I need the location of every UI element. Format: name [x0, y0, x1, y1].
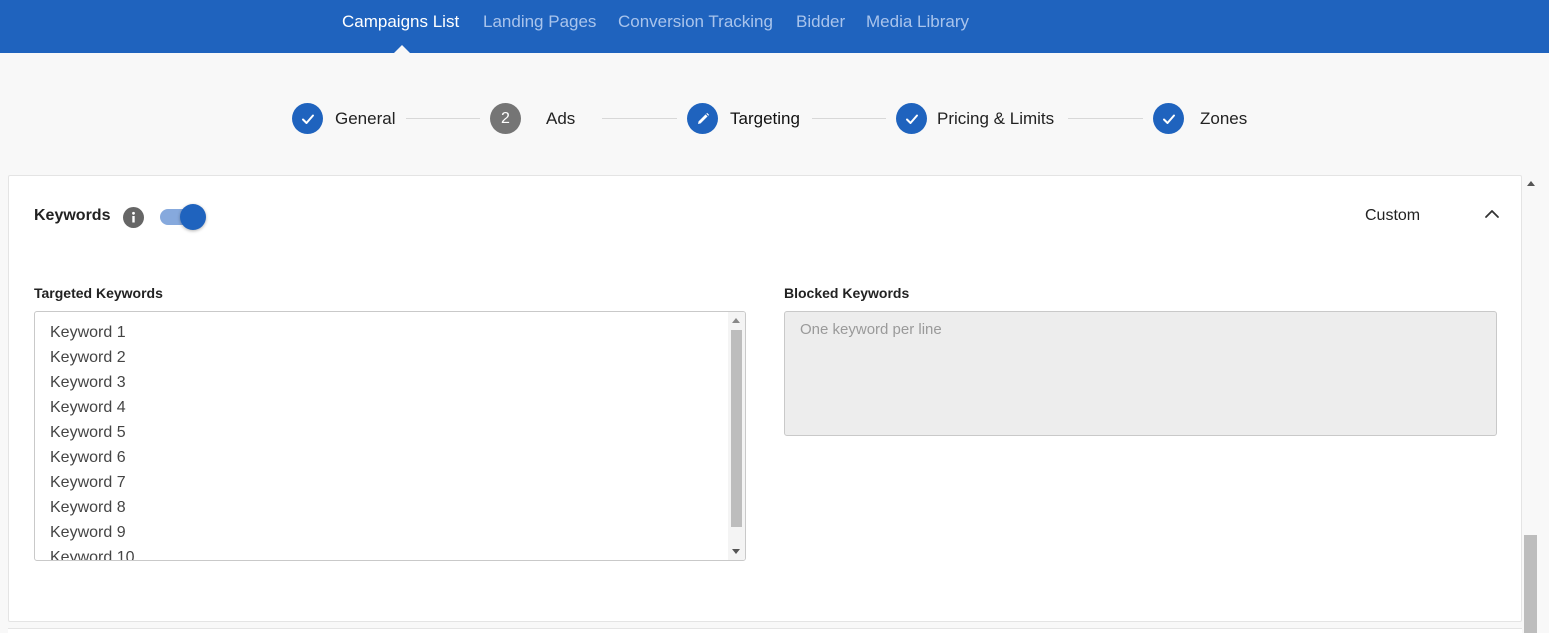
keyword-line: Keyword 2 — [50, 349, 126, 366]
step-label: Ads — [546, 108, 576, 128]
step-connector — [1068, 118, 1143, 119]
active-nav-caret — [394, 45, 410, 53]
pencil-icon — [687, 103, 718, 134]
check-icon — [292, 103, 323, 134]
step-targeting[interactable]: Targeting — [687, 103, 800, 134]
panel-title: Keywords — [34, 207, 111, 224]
next-panel-edge — [8, 628, 1522, 633]
blocked-keywords-textarea[interactable]: One keyword per line — [784, 311, 1497, 436]
step-label: General — [335, 108, 396, 128]
step-number: 2 — [501, 109, 510, 127]
step-connector — [602, 118, 677, 119]
keyword-line: Keyword 7 — [50, 474, 126, 491]
check-icon — [896, 103, 927, 134]
blocked-keywords-label: Blocked Keywords — [784, 285, 910, 301]
step-label: Targeting — [730, 108, 800, 128]
keywords-panel: Keywords Custom Targeted Keywords Keywor… — [8, 175, 1522, 622]
info-icon[interactable] — [123, 207, 144, 228]
keyword-line: Keyword 8 — [50, 499, 126, 516]
toggle-knob — [180, 204, 206, 230]
keyword-line: Keyword 9 — [50, 524, 126, 541]
step-ads[interactable]: 2 Ads — [490, 103, 575, 134]
targeting-mode-label[interactable]: Custom — [1365, 207, 1420, 225]
step-label: Zones — [1200, 108, 1248, 128]
step-connector — [812, 118, 886, 119]
keyword-line: Keyword 3 — [50, 374, 126, 391]
top-navigation-bar: Campaigns List Landing Pages Conversion … — [0, 0, 1549, 53]
nav-media-library[interactable]: Media Library — [866, 13, 969, 31]
scrollbar-thumb[interactable] — [1524, 535, 1537, 633]
keyword-line: Keyword 4 — [50, 399, 126, 416]
step-connector — [406, 118, 480, 119]
nav-conversion-tracking[interactable]: Conversion Tracking — [618, 13, 773, 31]
step-label: Pricing & Limits — [937, 108, 1055, 128]
scroll-down-arrow-icon[interactable] — [732, 549, 740, 554]
keyword-line: Keyword 1 — [50, 324, 126, 341]
scroll-up-arrow-icon[interactable] — [732, 318, 740, 323]
keyword-line: Keyword 6 — [50, 449, 126, 466]
page-scrollbar[interactable] — [1522, 175, 1539, 633]
targeted-keywords-label: Targeted Keywords — [34, 285, 163, 301]
keywords-toggle[interactable] — [160, 204, 208, 230]
nav-bidder[interactable]: Bidder — [796, 13, 845, 31]
nav-landing-pages[interactable]: Landing Pages — [483, 13, 596, 31]
check-icon — [1153, 103, 1184, 134]
step-general[interactable]: General — [292, 103, 395, 134]
campaign-stepper: General 2 Ads Targeting Pricing & Limits… — [0, 53, 1549, 175]
chevron-up-icon[interactable] — [1482, 204, 1502, 224]
textarea-scrollbar[interactable] — [728, 312, 745, 560]
step-pricing-limits[interactable]: Pricing & Limits — [896, 103, 1054, 134]
keyword-line: Keyword 5 — [50, 424, 126, 441]
step-number-badge: 2 — [490, 103, 521, 134]
scrollbar-thumb[interactable] — [731, 330, 742, 527]
step-zones[interactable]: Zones — [1153, 103, 1247, 134]
scroll-up-arrow-icon[interactable] — [1527, 181, 1535, 186]
targeted-keywords-list: Keyword 1 Keyword 2 Keyword 3 Keyword 4 … — [50, 320, 135, 561]
keyword-line: Keyword 10 — [50, 549, 135, 561]
blocked-keywords-placeholder: One keyword per line — [800, 321, 942, 338]
targeted-keywords-textarea[interactable]: Keyword 1 Keyword 2 Keyword 3 Keyword 4 … — [34, 311, 746, 561]
nav-campaigns-list[interactable]: Campaigns List — [342, 13, 459, 31]
